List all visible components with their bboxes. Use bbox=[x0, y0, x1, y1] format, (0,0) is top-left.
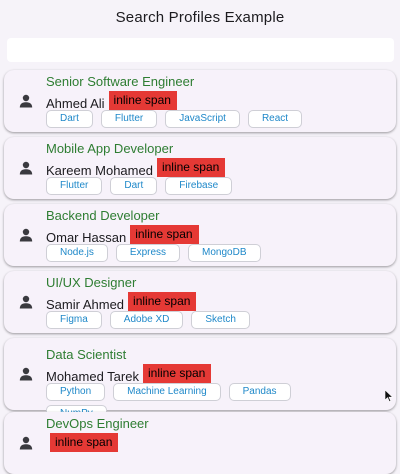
profile-card[interactable]: Data Scientist Mohamed Tarek inline span Py… bbox=[4, 338, 396, 423]
skill-chip[interactable]: React bbox=[247, 110, 303, 128]
name-line: Mohamed Tarek inline span bbox=[46, 363, 212, 384]
skill-chip[interactable]: Sketch bbox=[191, 311, 250, 329]
skill-chips: Flutter Dart Firebase bbox=[46, 177, 346, 195]
name-line: Samir Ahmed inline span bbox=[46, 291, 197, 312]
profile-name: Omar Hassan bbox=[46, 229, 127, 245]
name-line: Kareem Mohamed inline span bbox=[46, 157, 226, 178]
skill-chip[interactable]: Flutter bbox=[100, 110, 158, 128]
skill-chip[interactable]: Dart bbox=[110, 177, 158, 195]
skill-chip[interactable]: Machine Learning bbox=[113, 383, 221, 401]
inline-span-badge: inline span bbox=[50, 432, 119, 452]
person-icon bbox=[19, 295, 33, 309]
skill-chips: Figma Adobe XD Sketch bbox=[46, 311, 346, 329]
name-line: Ahmed Ali inline span bbox=[46, 90, 177, 111]
inline-span-badge: inline span bbox=[128, 291, 197, 311]
job-title: Mobile App Developer bbox=[46, 141, 174, 156]
skill-chip[interactable]: Express bbox=[115, 244, 181, 262]
search-input[interactable] bbox=[7, 38, 394, 62]
job-title: UI/UX Designer bbox=[46, 275, 137, 290]
profile-card[interactable]: Backend Developer Omar Hassan inline span N… bbox=[4, 204, 396, 266]
profile-name: Kareem Mohamed bbox=[46, 162, 153, 178]
skill-chips: Node.js Express MongoDB bbox=[46, 244, 346, 262]
skill-chip[interactable]: MongoDB bbox=[188, 244, 261, 262]
job-title: Backend Developer bbox=[46, 208, 160, 223]
skill-chip[interactable]: Flutter bbox=[46, 177, 103, 195]
profile-name: Mohamed Tarek bbox=[46, 368, 139, 384]
skill-chip[interactable]: Dart bbox=[46, 110, 93, 128]
name-line: Omar Hassan inline span bbox=[46, 224, 199, 245]
skill-chip[interactable]: Firebase bbox=[165, 177, 233, 195]
mouse-pointer-icon bbox=[385, 390, 394, 402]
profile-body: Mobile App Developer Kareem Mohamed inline… bbox=[46, 137, 396, 199]
app-bar: Search Profiles Example bbox=[0, 0, 400, 34]
skill-chip[interactable]: Pandas bbox=[228, 383, 291, 401]
job-title: Senior Software Engineer bbox=[46, 74, 195, 89]
profile-body: UI/UX Designer Samir Ahmed inline span Figm… bbox=[46, 271, 396, 333]
skill-chip[interactable]: Python bbox=[46, 383, 106, 401]
profile-name: Samir Ahmed bbox=[46, 296, 125, 312]
person-icon bbox=[19, 161, 33, 175]
inline-span-badge: inline span bbox=[156, 157, 226, 177]
person-icon bbox=[19, 94, 33, 108]
page-title: Search Profiles Example bbox=[115, 8, 285, 26]
profile-card[interactable]: Senior Software Engineer Ahmed Ali inline … bbox=[4, 70, 396, 132]
inline-span-badge: inline span bbox=[108, 90, 177, 110]
profile-body: Backend Developer Omar Hassan inline span N… bbox=[46, 204, 396, 266]
skill-chips: Dart Flutter JavaScript React bbox=[46, 110, 346, 128]
person-icon bbox=[19, 436, 33, 450]
skill-chip[interactable]: Figma bbox=[46, 311, 102, 329]
profile-body: Data Scientist Mohamed Tarek inline span Py… bbox=[46, 343, 396, 423]
profile-card[interactable]: DevOps Engineer inline span bbox=[4, 412, 396, 474]
profile-body: DevOps Engineer inline span bbox=[46, 412, 396, 474]
skill-chip[interactable]: JavaScript bbox=[165, 110, 240, 128]
job-title: Data Scientist bbox=[46, 347, 127, 362]
skill-chip[interactable]: Node.js bbox=[46, 244, 108, 262]
profile-card[interactable]: UI/UX Designer Samir Ahmed inline span Figm… bbox=[4, 271, 396, 333]
person-icon bbox=[19, 367, 33, 381]
profile-name: Ahmed Ali bbox=[46, 95, 105, 111]
skill-chip[interactable]: Adobe XD bbox=[109, 311, 184, 329]
inline-span-badge: inline span bbox=[142, 363, 212, 383]
inline-span-badge: inline span bbox=[130, 224, 199, 244]
profile-card[interactable]: Mobile App Developer Kareem Mohamed inline… bbox=[4, 137, 396, 199]
person-icon bbox=[19, 228, 33, 242]
name-line: inline span bbox=[46, 432, 119, 452]
job-title: DevOps Engineer bbox=[46, 416, 149, 431]
profile-body: Senior Software Engineer Ahmed Ali inline … bbox=[46, 70, 396, 132]
